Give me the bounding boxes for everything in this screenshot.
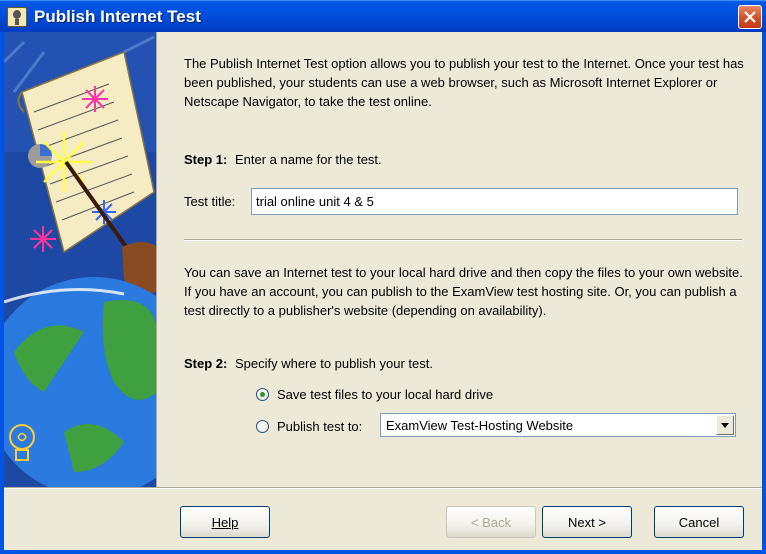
test-title-input[interactable] <box>251 188 738 215</box>
publish-to-option[interactable]: Publish test to: <box>256 419 362 434</box>
step2-label: Step 2: <box>184 356 228 371</box>
publish-destination-value: ExamView Test-Hosting Website <box>386 418 574 433</box>
step1-instruction: Step 1: Enter a name for the test. <box>184 152 382 167</box>
globe-scroll-illustration <box>4 32 156 487</box>
save-local-label: Save test files to your local hard drive <box>277 387 494 402</box>
chevron-down-icon[interactable] <box>716 415 734 435</box>
publish-destination-select[interactable]: ExamView Test-Hosting Website <box>380 413 736 437</box>
step1-text: Enter a name for the test. <box>234 152 382 167</box>
save-local-radio[interactable] <box>256 388 269 401</box>
back-button-label: < Back <box>470 514 512 530</box>
intro-text: The Publish Internet Test option allows … <box>184 56 744 109</box>
app-icon <box>7 7 27 27</box>
save-local-option[interactable]: Save test files to your local hard drive <box>256 387 493 402</box>
cancel-button-label: Cancel <box>678 514 720 530</box>
button-bar-divider <box>4 487 762 489</box>
close-button[interactable] <box>738 5 762 29</box>
title-bar[interactable]: Publish Internet Test <box>0 0 766 32</box>
help-button[interactable]: Help <box>180 506 270 538</box>
step2-instruction: Step 2: Specify where to publish your te… <box>184 356 433 371</box>
cancel-button[interactable]: Cancel <box>654 506 744 538</box>
back-button[interactable]: < Back <box>446 506 536 538</box>
section-divider <box>184 239 742 241</box>
window-border-bottom <box>0 550 766 554</box>
test-title-label: Test title: <box>184 194 236 209</box>
publish-to-radio[interactable] <box>256 420 269 433</box>
close-icon <box>744 11 756 23</box>
publish-description: You can save an Internet test to your lo… <box>184 265 743 318</box>
wizard-content: The Publish Internet Test option allows … <box>157 32 762 487</box>
help-button-label: Help <box>211 514 239 530</box>
next-button-label: Next > <box>568 514 606 530</box>
window-title: Publish Internet Test <box>34 7 201 26</box>
step2-text: Specify where to publish your test. <box>234 356 433 371</box>
next-button[interactable]: Next > <box>542 506 632 538</box>
step1-label: Step 1: <box>184 152 228 167</box>
wizard-illustration <box>4 32 157 487</box>
window-border-right <box>762 32 766 554</box>
publish-to-label: Publish test to: <box>277 419 363 434</box>
